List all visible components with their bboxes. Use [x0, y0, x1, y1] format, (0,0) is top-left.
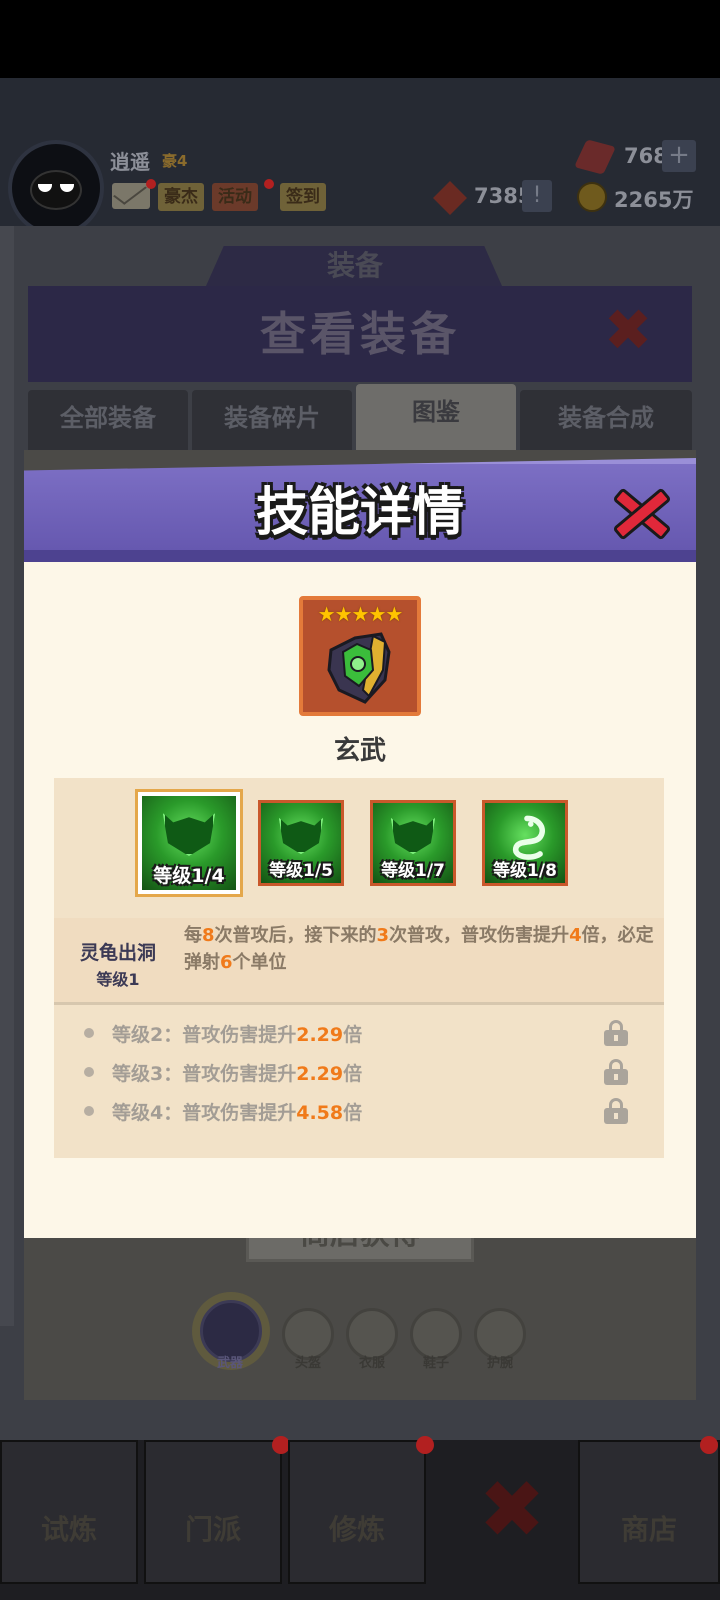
equipment-item-frame: ★★★★★	[299, 596, 421, 716]
item-stars: ★★★★★	[317, 602, 404, 626]
status-bar	[0, 0, 720, 78]
bullet-icon	[84, 1028, 94, 1038]
upgrade-value: 4.58	[296, 1102, 344, 1124]
nav-cultivate-label: 修炼	[328, 1513, 385, 1546]
modal-close-icon[interactable]	[606, 478, 678, 550]
equipment-tabs: 全部装备 装备碎片 图鉴 装备合成	[28, 384, 692, 450]
tab-codex[interactable]: 图鉴	[356, 384, 516, 450]
desc-number: 3	[376, 925, 390, 946]
desc-text: 次普攻后，接下来的	[214, 925, 377, 946]
desc-text: 每	[184, 925, 202, 946]
view-equipment-title: 查看装备	[260, 307, 460, 361]
upgrade-value: 2.29	[296, 1024, 344, 1046]
bracer-slot-label: 护腕	[486, 1356, 513, 1371]
upgrade-row: 等级3：普攻伤害提升2.29倍	[54, 1053, 664, 1091]
shoes-slot-label: 鞋子	[422, 1356, 449, 1371]
upgrade-label: 等级3：普攻伤害提升	[112, 1063, 297, 1085]
modal-title: 技能详情	[255, 483, 464, 543]
nav-cultivate-badge	[416, 1436, 434, 1454]
gold-count: 2265万	[614, 188, 694, 212]
upgrade-row: 等级2：普攻伤害提升2.29倍	[54, 1014, 664, 1052]
upgrade-suffix: 倍	[343, 1063, 363, 1085]
skill-name: 灵龟出洞	[79, 942, 156, 964]
skill-description: 每8次普攻后，接下来的3次普攻，普攻伤害提升4倍，必定弹射6个单位	[184, 922, 654, 976]
info-button[interactable]: !	[522, 180, 552, 212]
upgrade-text: 等级4：普攻伤害提升4.58倍	[112, 1098, 362, 1125]
divider	[54, 1002, 664, 1005]
lock-icon	[604, 1059, 628, 1085]
upgrade-text: 等级3：普攻伤害提升2.29倍	[112, 1059, 362, 1086]
avatar-face-icon	[30, 170, 82, 210]
mail-notification-dot	[146, 179, 156, 189]
skill-slot-1[interactable]: 等级1/4	[135, 789, 243, 897]
view-equipment-close-icon[interactable]: ✖	[598, 300, 658, 360]
tab-equipment-fragments[interactable]: 装备碎片	[192, 390, 352, 450]
upgrade-row: 等级4：普攻伤害提升4.58倍	[54, 1092, 664, 1130]
skill-current-level: 等级1	[96, 970, 140, 989]
vip-badge: 豪4	[162, 152, 188, 170]
checkin-button[interactable]: 签到	[280, 183, 326, 211]
upgrade-label: 等级2：普攻伤害提升	[112, 1024, 297, 1046]
upgrade-suffix: 倍	[343, 1102, 363, 1124]
tab-equipment-synthesis[interactable]: 装备合成	[520, 390, 692, 450]
skills-area: 等级1/4 等级1/5 等级1/7 等级1/8 灵龟出洞 等级1 每8次普攻后，…	[54, 778, 664, 1158]
panel-left-edge	[0, 226, 14, 1326]
equipment-section-label: 装备	[326, 249, 383, 282]
avatar-eye-right	[60, 184, 74, 192]
skill-description-box: 灵龟出洞 等级1 每8次普攻后，接下来的3次普攻，普攻伤害提升4倍，必定弹射6个…	[54, 918, 664, 1002]
gold-coin-icon	[577, 182, 607, 212]
avatar-eye-left	[38, 184, 52, 192]
bullet-icon	[84, 1106, 94, 1116]
view-equipment-header: 查看装备	[28, 286, 692, 382]
player-avatar[interactable]	[8, 140, 104, 236]
nav-shop-label: 商店	[620, 1513, 677, 1546]
hero-button[interactable]: 豪杰	[158, 183, 204, 211]
xuanwu-armor-icon	[327, 632, 391, 704]
desc-text: 次普攻，普攻伤害提升	[389, 925, 570, 946]
clothes-slot-label: 衣服	[358, 1356, 385, 1371]
add-gems-button[interactable]: +	[662, 140, 696, 172]
modal-body: ★★★★★ 玄武 等级1/4 等级1/5 等级1/7 等级1/8 灵龟出洞 等级…	[24, 562, 696, 1238]
skill-4-level: 等级1/8	[493, 861, 557, 881]
skill-slot-4[interactable]: 等级1/8	[482, 800, 568, 886]
equipment-name: 玄武	[333, 736, 386, 766]
upgrade-suffix: 倍	[343, 1024, 363, 1046]
mail-icon[interactable]	[112, 183, 150, 209]
bullet-icon	[84, 1067, 94, 1077]
weapon-slot-label: 武器	[216, 1356, 243, 1371]
desc-number: 4	[569, 925, 582, 946]
tab-all-equipment[interactable]: 全部装备	[28, 390, 188, 450]
upgrade-label: 等级4：普攻伤害提升	[112, 1102, 297, 1124]
desc-number: 6	[220, 952, 233, 973]
nav-trial-label: 试炼	[40, 1513, 97, 1546]
skill-slot-2[interactable]: 等级1/5	[258, 800, 344, 886]
skill-1-level: 等级1/4	[153, 865, 225, 887]
skill-2-level: 等级1/5	[269, 861, 333, 881]
upgrade-text: 等级2：普攻伤害提升2.29倍	[112, 1020, 362, 1047]
skill-3-level: 等级1/7	[381, 861, 445, 881]
lock-icon	[604, 1098, 628, 1124]
upgrade-value: 2.29	[296, 1063, 344, 1085]
helmet-slot-label: 头盔	[294, 1356, 321, 1371]
desc-number: 8	[202, 925, 215, 946]
skill-details-modal: 技能详情 ★★★★★ 玄武 等级1/4 等级1/5 等级1/7 等级1/8 灵龟…	[24, 458, 696, 1238]
nav-shop-badge	[700, 1436, 718, 1454]
nav-close-icon[interactable]: ✖	[472, 1470, 552, 1550]
skill-slot-3[interactable]: 等级1/7	[370, 800, 456, 886]
activity-notification-dot	[264, 179, 274, 189]
nav-sect-label: 门派	[184, 1513, 241, 1546]
player-name: 逍遥	[110, 150, 150, 174]
activity-button[interactable]: 活动	[212, 183, 258, 211]
lock-icon	[604, 1020, 628, 1046]
desc-text: 个单位	[232, 952, 287, 973]
